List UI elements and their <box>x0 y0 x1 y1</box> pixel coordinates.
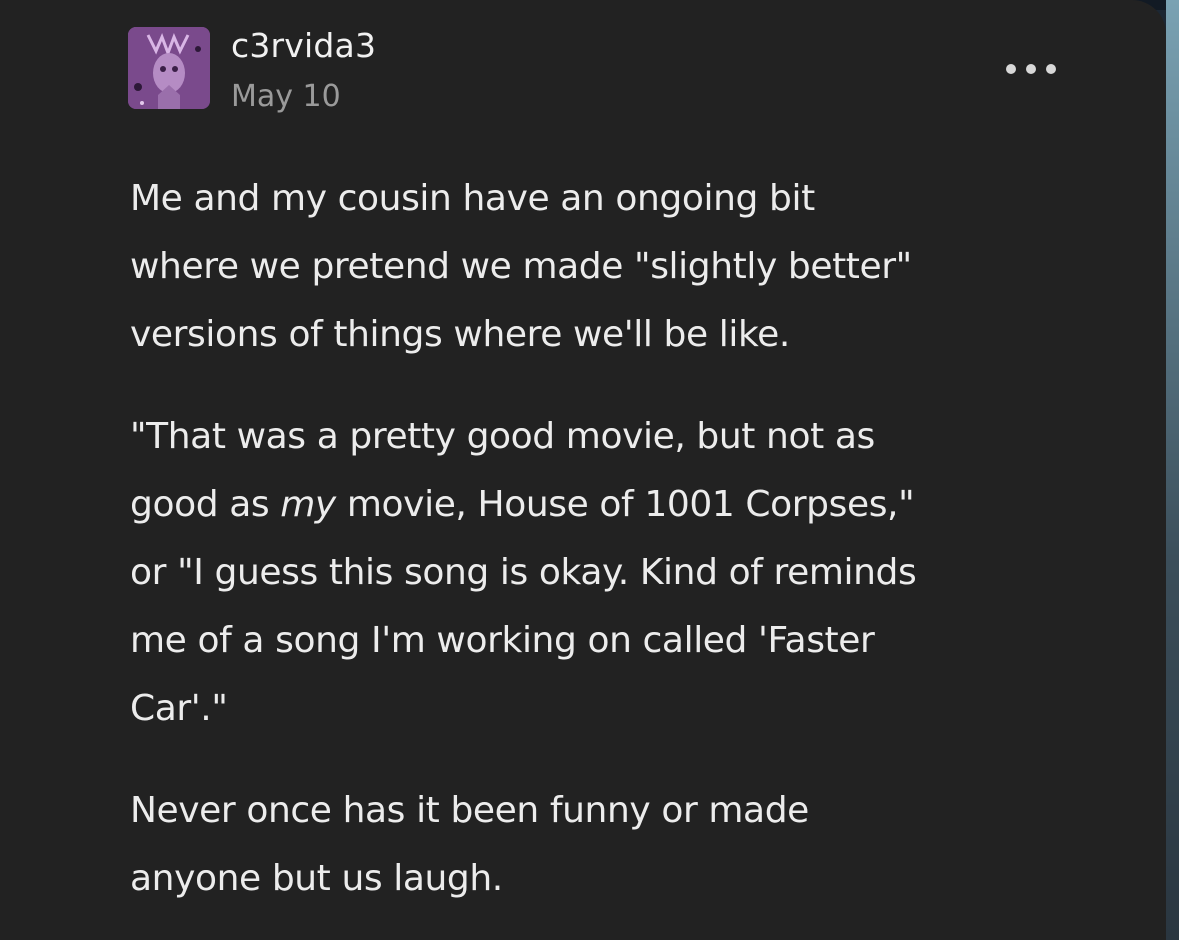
ellipsis-icon <box>1006 64 1016 74</box>
avatar[interactable] <box>128 27 210 109</box>
paragraph-2: "That was a pretty good movie, but not a… <box>130 403 1090 743</box>
text-line: "That was a pretty good movie, but not a… <box>130 416 875 457</box>
italic-emphasis: my <box>280 484 336 525</box>
text-line: Me and my cousin have an ongoing bit <box>130 178 815 219</box>
background-edge <box>1166 0 1179 940</box>
text-line: me of a song I'm working on called 'Fast… <box>130 620 875 661</box>
text-line: where we pretend we made "slightly bette… <box>130 246 912 287</box>
post-card: c3rvida3 May 10 Me and my cousin have an… <box>0 0 1166 940</box>
text-line: good as my movie, House of 1001 Corpses,… <box>130 471 1090 539</box>
post-date: May 10 <box>231 79 341 114</box>
text-line: versions of things where we'll be like. <box>130 314 790 355</box>
text-line: or "I guess this song is okay. Kind of r… <box>130 552 917 593</box>
username[interactable]: c3rvida3 <box>231 26 376 65</box>
text-line: Never once has it been funny or made <box>130 790 809 831</box>
more-options-button[interactable] <box>1006 56 1056 82</box>
text-line: Car'." <box>130 688 228 729</box>
ellipsis-icon <box>1026 64 1036 74</box>
post-body: Me and my cousin have an ongoing bit whe… <box>130 165 1090 940</box>
text-segment: movie, House of 1001 Corpses," <box>335 484 915 525</box>
ellipsis-icon <box>1046 64 1056 74</box>
text-line: anyone but us laugh. <box>130 858 503 899</box>
text-segment: good as <box>130 484 281 525</box>
paragraph-3: Never once has it been funny or made any… <box>130 777 1090 913</box>
avatar-image-icon <box>128 27 210 109</box>
paragraph-1: Me and my cousin have an ongoing bit whe… <box>130 165 1090 369</box>
